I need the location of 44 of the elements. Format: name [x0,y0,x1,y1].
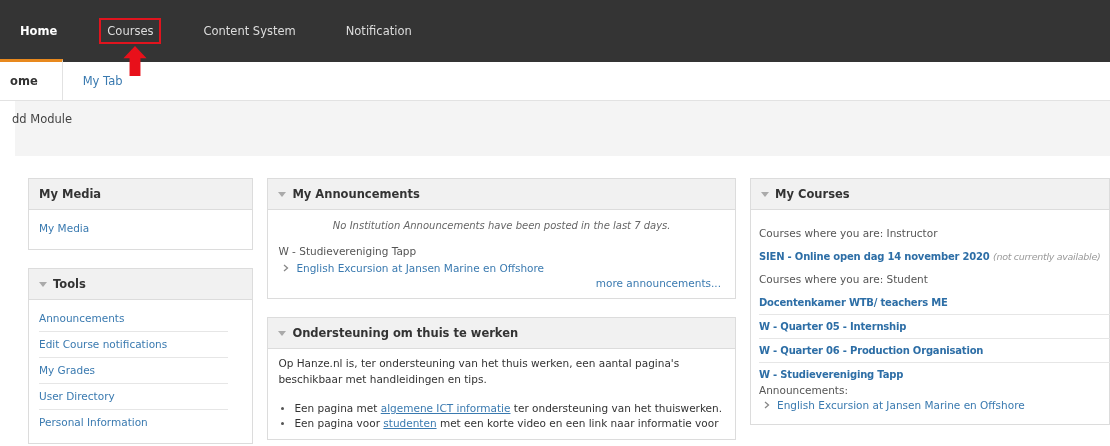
more-link[interactable]: more announcements... [595,277,721,289]
collapse-icon[interactable] [39,281,47,287]
tool-link[interactable]: Edit Course notifications [39,332,229,358]
availability-note: (not currently available) [993,251,1101,262]
tool-link[interactable]: Personal Information [39,410,229,435]
role-label: Courses where you are: Student [759,273,928,285]
module-title: My Courses [775,187,850,201]
chevron-icon [283,264,290,272]
collapse-icon[interactable] [761,191,769,197]
add-module-button[interactable]: dd Module [12,101,73,126]
nav-tab[interactable]: Notification [337,18,420,44]
course-link[interactable]: W - Quarter 05 - Internship [759,321,907,332]
collapse-icon[interactable] [278,191,287,197]
notice-text: No Institution Announcements have been posted in the last 7 days. [331,219,672,233]
role-label: Courses where you are: Instructor [759,227,938,239]
course-name: W - Studievereniging Tapp [278,245,418,257]
bullet-icon [281,422,285,425]
module-title: Tools [53,277,86,291]
tool-link[interactable]: My Media [39,216,229,241]
chevron-icon [764,401,770,409]
bullet-icon [281,407,285,410]
module-title: Ondersteuning om thuis te werken [292,326,519,340]
course-link[interactable]: Docentenkamer WTB/ teachers ME [759,297,948,308]
info-link[interactable]: studenten [383,417,437,429]
page-tab[interactable]: My Tab [82,72,123,90]
module-title: My Announcements [292,187,420,201]
nav-tab[interactable]: Courses [99,18,162,44]
collapse-icon[interactable] [278,330,287,336]
paragraph-text: Op Hanze.nl is, ter ondersteuning van het thuis werken, een aantal pagina's beschikbaar met handleidingen en tips. [278,356,681,387]
bullet-text: Een pagina voor studenten met een korte video en een link naar informatie voor [294,416,719,431]
tool-link[interactable]: User Directory [39,384,229,410]
bullet-text: Een pagina met algemene ICT informatie ter ondersteuning van het thuiswerken. [294,401,723,416]
module-title: My Media [39,187,102,201]
nav-tab[interactable]: Home [12,18,66,44]
course-link[interactable]: W - Studievereniging Tapp [759,369,904,380]
tool-link[interactable]: Announcements [39,306,229,332]
announcement-link[interactable]: English Excursion at Jansen Marine en Offshore [296,262,545,274]
info-link[interactable]: algemene ICT informatie [380,402,511,414]
course-link[interactable]: W - Quarter 06 - Production Organisation [759,345,984,356]
announcement-link[interactable]: English Excursion at Jansen Marine en Offshore [777,399,1025,411]
announcements-label: Announcements: [759,383,849,396]
course-link[interactable]: SIEN - Online open dag 14 november 2020 [759,251,990,262]
nav-tab[interactable]: Content System [195,18,304,44]
tool-link[interactable]: My Grades [39,358,229,384]
